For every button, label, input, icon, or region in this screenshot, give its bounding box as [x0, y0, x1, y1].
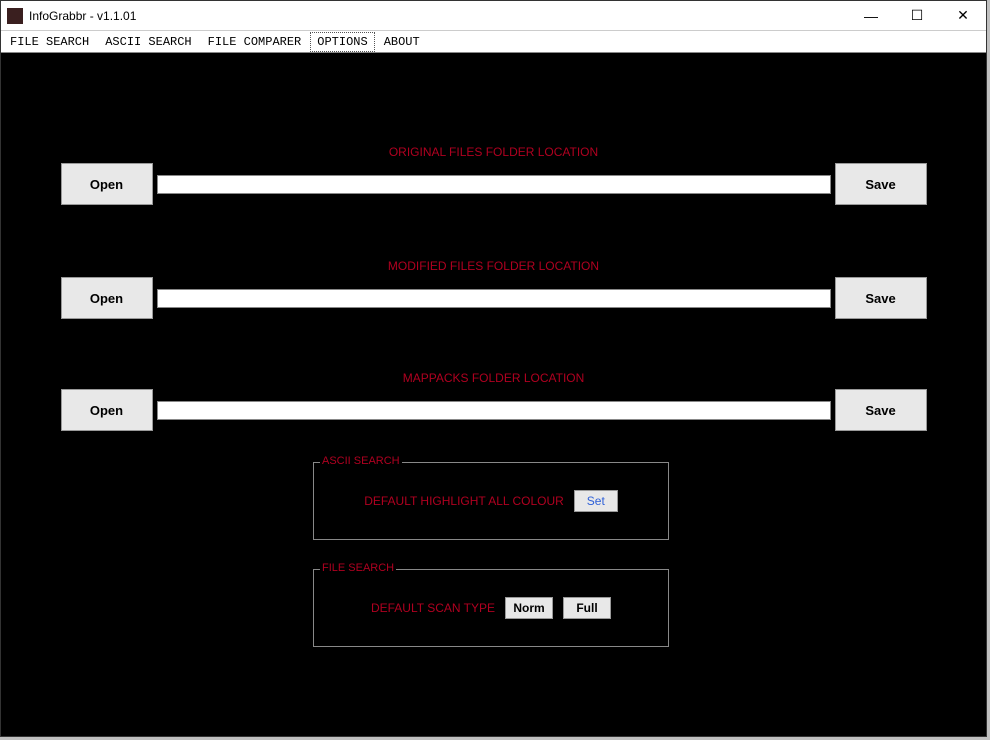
default-scan-type-label: DEFAULT SCAN TYPE	[371, 601, 495, 615]
mappacks-folder-input[interactable]	[157, 401, 831, 420]
tab-ascii-search[interactable]: ASCII SEARCH	[98, 32, 198, 52]
modified-save-button[interactable]: Save	[835, 277, 927, 319]
modified-open-button[interactable]: Open	[61, 277, 153, 319]
original-folder-label: ORIGINAL FILES FOLDER LOCATION	[1, 145, 986, 159]
app-window: InfoGrabbr - v1.1.01 — ☐ ✕ FILE SEARCH A…	[0, 0, 987, 737]
tab-about[interactable]: ABOUT	[377, 32, 427, 52]
modified-folder-row: MODIFIED FILES FOLDER LOCATION Open Save	[1, 259, 986, 319]
original-save-button[interactable]: Save	[835, 163, 927, 205]
titlebar: InfoGrabbr - v1.1.01 — ☐ ✕	[1, 1, 986, 31]
original-open-button[interactable]: Open	[61, 163, 153, 205]
tab-options[interactable]: OPTIONS	[310, 32, 374, 52]
tab-file-comparer[interactable]: FILE COMPARER	[201, 32, 309, 52]
file-search-group: FILE SEARCH DEFAULT SCAN TYPE Norm Full	[313, 569, 669, 647]
options-panel: ORIGINAL FILES FOLDER LOCATION Open Save…	[1, 53, 986, 736]
original-folder-input[interactable]	[157, 175, 831, 194]
mappacks-folder-label: MAPPACKS FOLDER LOCATION	[1, 371, 986, 385]
window-title: InfoGrabbr - v1.1.01	[29, 9, 848, 23]
modified-folder-input[interactable]	[157, 289, 831, 308]
original-folder-row: ORIGINAL FILES FOLDER LOCATION Open Save	[1, 145, 986, 205]
mappacks-open-button[interactable]: Open	[61, 389, 153, 431]
scan-type-full-button[interactable]: Full	[563, 597, 611, 619]
window-controls: — ☐ ✕	[848, 1, 986, 30]
app-icon	[7, 8, 23, 24]
modified-folder-label: MODIFIED FILES FOLDER LOCATION	[1, 259, 986, 273]
ascii-search-legend: ASCII SEARCH	[320, 455, 402, 467]
maximize-button[interactable]: ☐	[894, 1, 940, 30]
set-highlight-colour-button[interactable]: Set	[574, 490, 618, 512]
file-search-legend: FILE SEARCH	[320, 562, 396, 574]
tab-file-search[interactable]: FILE SEARCH	[3, 32, 96, 52]
close-button[interactable]: ✕	[940, 1, 986, 30]
mappacks-folder-row: MAPPACKS FOLDER LOCATION Open Save	[1, 371, 986, 431]
highlight-colour-label: DEFAULT HIGHLIGHT ALL COLOUR	[364, 494, 564, 508]
minimize-button[interactable]: —	[848, 1, 894, 30]
scan-type-norm-button[interactable]: Norm	[505, 597, 553, 619]
tab-bar: FILE SEARCH ASCII SEARCH FILE COMPARER O…	[1, 31, 986, 53]
ascii-search-group: ASCII SEARCH DEFAULT HIGHLIGHT ALL COLOU…	[313, 462, 669, 540]
mappacks-save-button[interactable]: Save	[835, 389, 927, 431]
